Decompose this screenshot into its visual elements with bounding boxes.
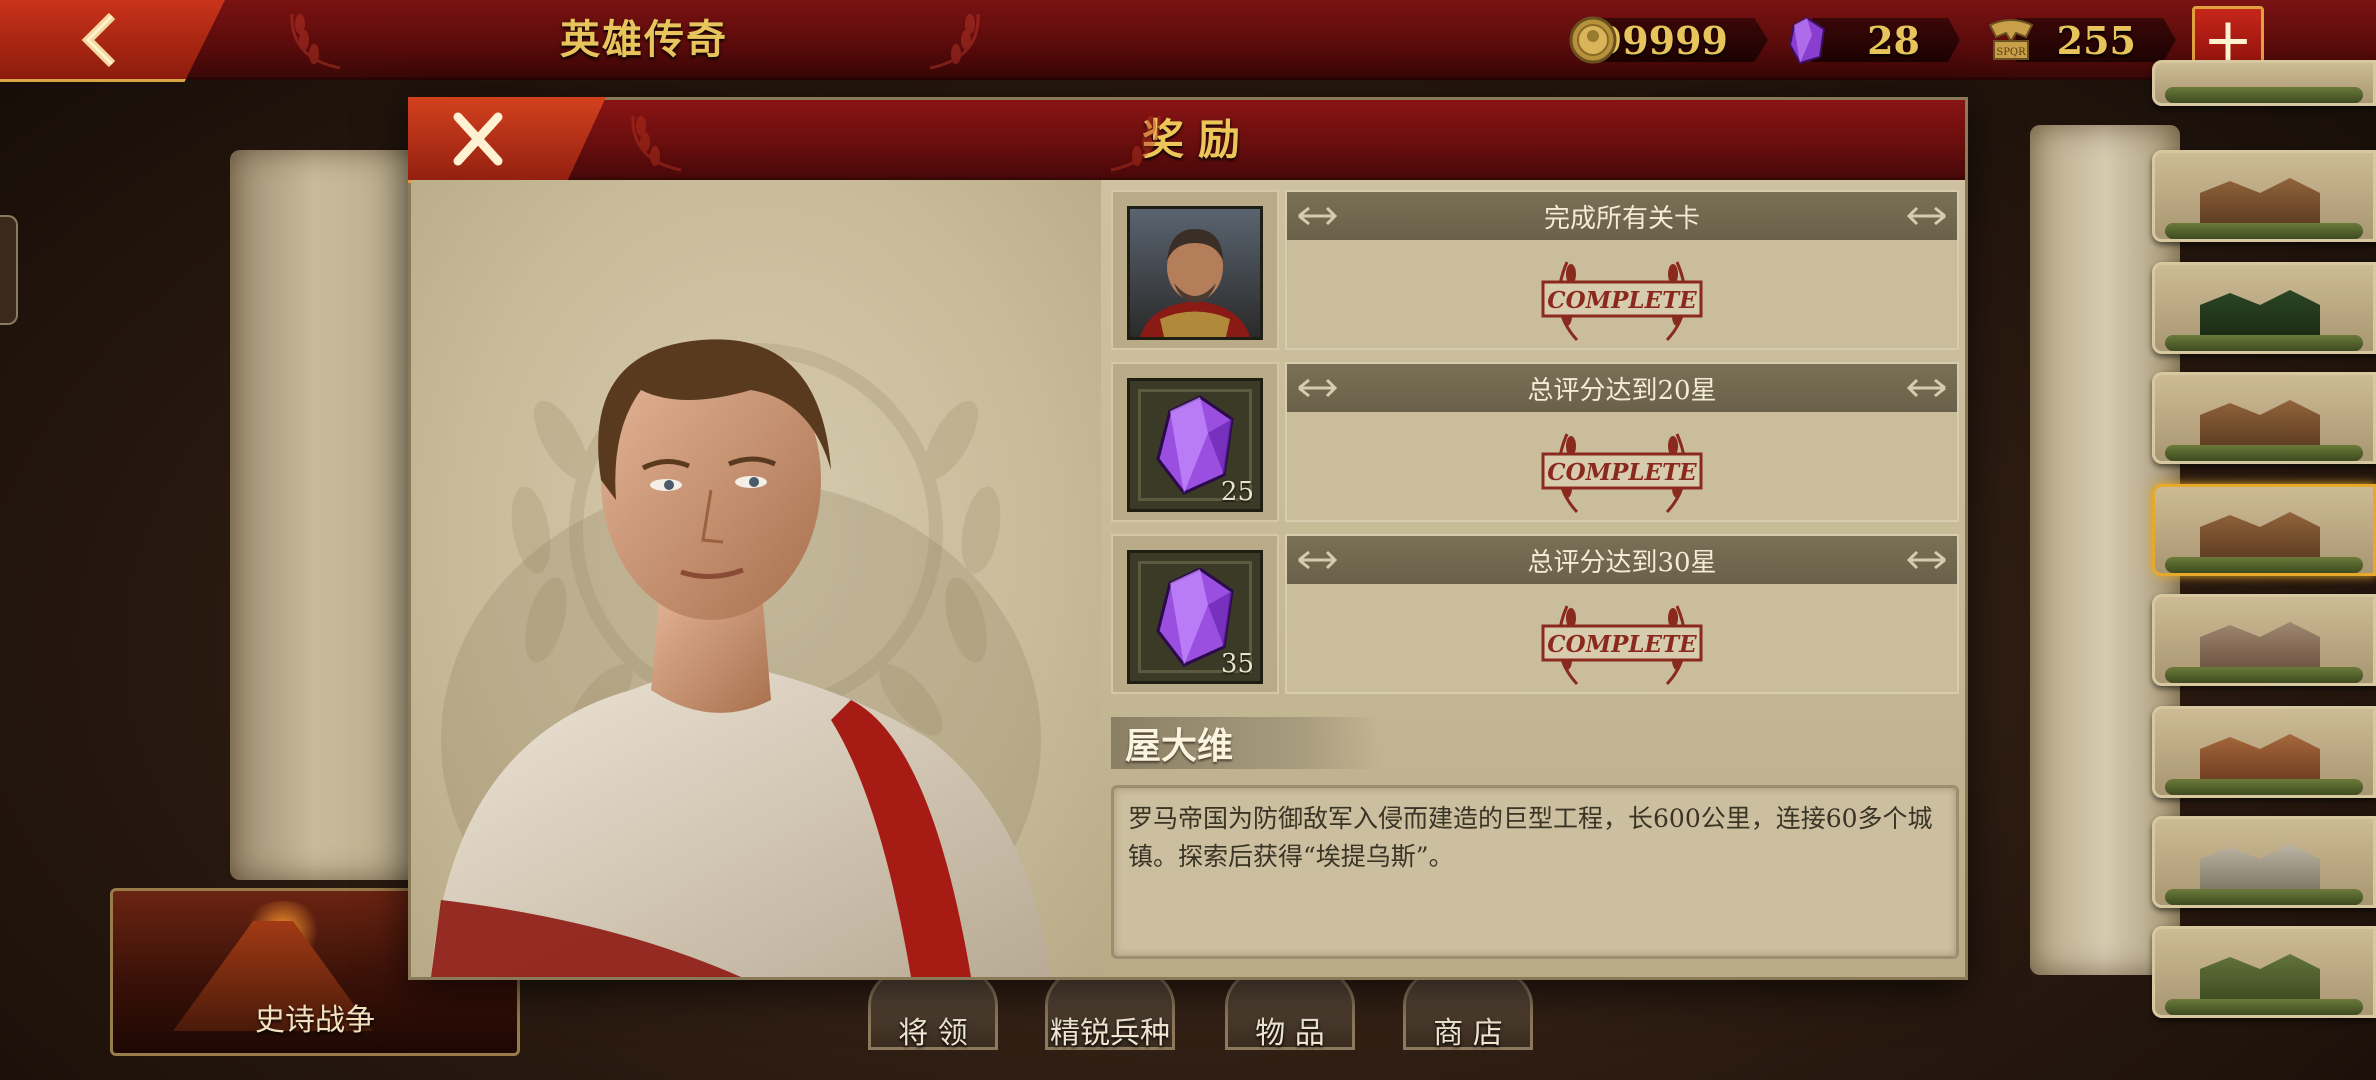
reward-icon-frame bbox=[1127, 206, 1263, 340]
map-building bbox=[2200, 178, 2320, 229]
svg-text:COMPLETE: COMPLETE bbox=[1547, 631, 1697, 658]
map-ground bbox=[2165, 999, 2363, 1015]
map-building bbox=[2200, 290, 2320, 341]
reward-condition-panel: 总评分达到30星 COMPLETE bbox=[1285, 534, 1959, 694]
honor-value: 255 bbox=[2016, 18, 2176, 62]
svg-text:SPQR: SPQR bbox=[1996, 47, 2026, 58]
reward-row: 25 总评分达到20星 COMPLETE bbox=[1111, 362, 1959, 524]
gem-counter: 28 bbox=[1782, 12, 1960, 68]
reward-row: 35 总评分达到30星 COMPLETE bbox=[1111, 534, 1959, 696]
map-stage-item[interactable] bbox=[2152, 60, 2376, 106]
reward-count: 35 bbox=[1220, 649, 1254, 679]
reward-modal: 奖励 完成所有关卡 COMPLETE 25 总评分达到20星 COMPLETE … bbox=[408, 97, 1968, 980]
modal-title: 奖励 bbox=[1141, 115, 1254, 164]
complete-stamp-icon: COMPLETE bbox=[1541, 261, 1703, 342]
gold-coin-icon bbox=[1569, 16, 1617, 64]
map-ground bbox=[2165, 445, 2363, 461]
map-ground bbox=[2165, 667, 2363, 683]
complete-stamp-icon: COMPLETE bbox=[1541, 605, 1703, 686]
ornament-arrow-icon bbox=[1298, 550, 1337, 570]
spqr-eagle-icon: SPQR bbox=[1988, 19, 2034, 60]
left-drawer-tab[interactable] bbox=[0, 215, 18, 325]
hero-name: 屋大维 bbox=[1111, 717, 1381, 769]
map-stage-item[interactable] bbox=[2152, 262, 2376, 354]
reward-thumbnail[interactable] bbox=[1111, 190, 1279, 350]
nav-label: 精锐兵种 bbox=[1050, 1016, 1170, 1051]
map-ground bbox=[2165, 889, 2363, 905]
reward-row: 完成所有关卡 COMPLETE bbox=[1111, 190, 1959, 352]
map-ground bbox=[2165, 335, 2363, 351]
gold-counter: 99999 bbox=[1568, 12, 1768, 68]
map-stage-list bbox=[2152, 60, 2376, 1080]
reward-icon-frame: 35 bbox=[1127, 550, 1263, 684]
reward-condition-text: 总评分达到30星 bbox=[1527, 547, 1717, 578]
ornament-arrow-icon bbox=[1907, 206, 1946, 226]
nav-label: 商 店 bbox=[1433, 1016, 1503, 1051]
map-stage-item-selected[interactable] bbox=[2152, 484, 2376, 576]
map-ground bbox=[2165, 223, 2363, 239]
hero-description: 罗马帝国为防御敌军入侵而建造的巨型工程，长600公里，连接60多个城镇。探索后获… bbox=[1111, 785, 1959, 959]
reward-thumbnail[interactable]: 35 bbox=[1111, 534, 1279, 694]
map-building bbox=[2200, 954, 2320, 1005]
epic-war-label: 史诗战争 bbox=[255, 1003, 375, 1038]
chevron-left-icon bbox=[81, 12, 116, 67]
reward-condition-text: 总评分达到20星 bbox=[1527, 375, 1717, 406]
reward-condition-bar: 完成所有关卡 bbox=[1287, 192, 1957, 240]
hero-portrait-image bbox=[431, 339, 1051, 977]
map-stage-item[interactable] bbox=[2152, 706, 2376, 798]
map-building bbox=[2200, 734, 2320, 785]
reward-count: 25 bbox=[1220, 477, 1254, 507]
top-bar: 英雄传奇 99999 28 SPQR 255 + bbox=[0, 0, 2376, 82]
ornament-arrow-icon bbox=[1298, 206, 1337, 226]
page-title: 英雄传奇 bbox=[560, 16, 728, 63]
purple-gem-icon bbox=[1788, 16, 1826, 65]
reward-condition-bar: 总评分达到30星 bbox=[1287, 536, 1957, 584]
svg-text:COMPLETE: COMPLETE bbox=[1547, 459, 1697, 486]
reward-condition-bar: 总评分达到20星 bbox=[1287, 364, 1957, 412]
ornament-arrow-icon bbox=[1298, 378, 1337, 398]
map-ground bbox=[2165, 779, 2363, 795]
map-building bbox=[2200, 622, 2320, 673]
nav-label: 物 品 bbox=[1255, 1016, 1325, 1051]
reward-condition-panel: 完成所有关卡 COMPLETE bbox=[1285, 190, 1959, 350]
laurel-ornament-icon bbox=[290, 13, 341, 70]
laurel-ornament-icon bbox=[929, 13, 980, 70]
reward-icon-frame: 25 bbox=[1127, 378, 1263, 512]
complete-stamp-icon: COMPLETE bbox=[1541, 433, 1703, 514]
map-building bbox=[2200, 400, 2320, 451]
map-stage-item[interactable] bbox=[2152, 594, 2376, 686]
reward-condition-panel: 总评分达到20星 COMPLETE bbox=[1285, 362, 1959, 522]
map-stage-item[interactable] bbox=[2152, 372, 2376, 464]
map-stage-item[interactable] bbox=[2152, 816, 2376, 908]
laurel-ornament-icon bbox=[1110, 115, 1161, 172]
gem-value: 28 bbox=[1812, 18, 1960, 62]
map-ground bbox=[2165, 87, 2363, 103]
map-stage-item[interactable] bbox=[2152, 926, 2376, 1018]
map-ground bbox=[2165, 557, 2363, 573]
back-button[interactable] bbox=[0, 0, 225, 82]
map-building bbox=[2200, 512, 2320, 563]
nav-label: 将 领 bbox=[898, 1016, 968, 1051]
gold-value: 99999 bbox=[1598, 18, 1768, 62]
map-stage-item[interactable] bbox=[2152, 150, 2376, 242]
ornament-arrow-icon bbox=[1907, 550, 1946, 570]
general-portrait-icon bbox=[1140, 229, 1250, 337]
reward-thumbnail[interactable]: 25 bbox=[1111, 362, 1279, 522]
honor-counter: SPQR 255 bbox=[1986, 12, 2176, 68]
map-building bbox=[2200, 844, 2320, 895]
svg-text:COMPLETE: COMPLETE bbox=[1547, 287, 1697, 314]
ornament-arrow-icon bbox=[1907, 378, 1946, 398]
hero-portrait-panel bbox=[411, 180, 1101, 977]
modal-header: 奖励 bbox=[408, 97, 1965, 183]
reward-condition-text: 完成所有关卡 bbox=[1543, 203, 1700, 234]
